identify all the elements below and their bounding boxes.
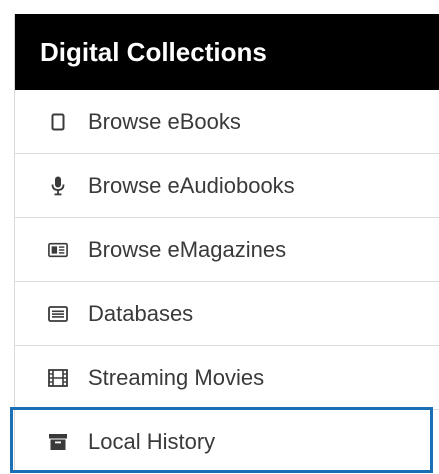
newspaper-icon [48, 240, 68, 260]
panel-title: Digital Collections [15, 14, 439, 90]
menu-item-label: Browse eAudiobooks [88, 172, 295, 198]
list-box-icon [48, 304, 68, 324]
microphone-icon [48, 176, 68, 196]
digital-collections-panel: Digital Collections Browse eBooks Browse… [10, 14, 439, 474]
menu-item-label: Browse eBooks [88, 108, 241, 134]
menu-item-label: Local History [88, 429, 216, 454]
tablet-icon [48, 112, 68, 132]
menu-item-label: Browse eMagazines [88, 236, 287, 262]
film-icon [48, 368, 68, 388]
menu-item-label: Streaming Movies [88, 364, 265, 390]
menu-item-browse-eaudiobooks[interactable]: Browse eAudiobooks [15, 154, 439, 218]
menu-item-databases[interactable]: Databases [15, 282, 439, 346]
menu-item-streaming-movies[interactable]: Streaming Movies [15, 346, 439, 410]
menu-item-browse-emagazines[interactable]: Browse eMagazines [15, 218, 439, 282]
menu-item-label: Databases [88, 300, 194, 326]
menu-item-browse-ebooks[interactable]: Browse eBooks [15, 90, 439, 154]
menu-item-local-history[interactable]: Local History [10, 407, 439, 474]
collections-menu: Browse eBooks Browse eAudiobooks Browse … [10, 90, 439, 474]
archive-box-icon [48, 432, 68, 452]
